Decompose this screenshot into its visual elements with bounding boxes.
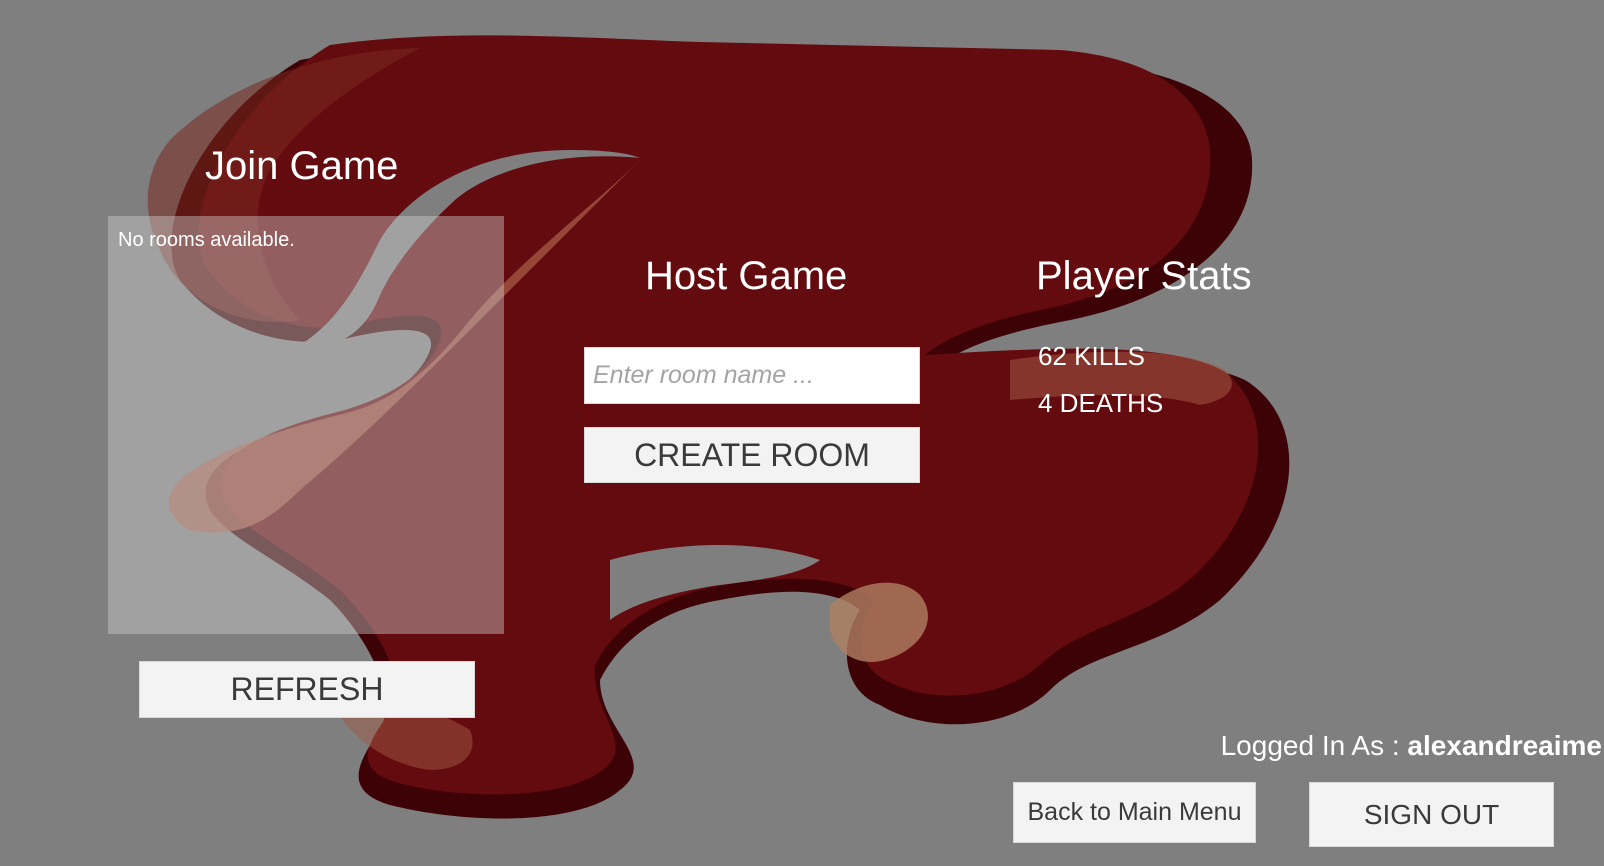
kills-stat: 62 KILLS — [1038, 341, 1145, 371]
create-room-button[interactable]: CREATE ROOM — [584, 427, 920, 483]
login-status: Logged In As : alexandreaime — [1221, 729, 1602, 763]
join-game-title: Join Game — [205, 144, 399, 188]
player-stats-title: Player Stats — [1036, 254, 1252, 298]
room-name-input[interactable] — [584, 347, 920, 404]
login-prefix: Logged In As : — [1220, 730, 1408, 761]
no-rooms-message: No rooms available. — [118, 229, 295, 251]
sign-out-button[interactable]: SIGN OUT — [1309, 782, 1554, 847]
refresh-button[interactable]: REFRESH — [139, 661, 475, 718]
lobby-screen: Join Game No rooms available. REFRESH Ho… — [0, 0, 1604, 866]
username: alexandreaime — [1407, 730, 1602, 761]
deaths-stat: 4 DEATHS — [1038, 388, 1164, 418]
room-list-panel[interactable]: No rooms available. — [108, 216, 504, 634]
back-to-main-menu-button[interactable]: Back to Main Menu — [1013, 782, 1256, 843]
host-game-title: Host Game — [645, 254, 848, 298]
